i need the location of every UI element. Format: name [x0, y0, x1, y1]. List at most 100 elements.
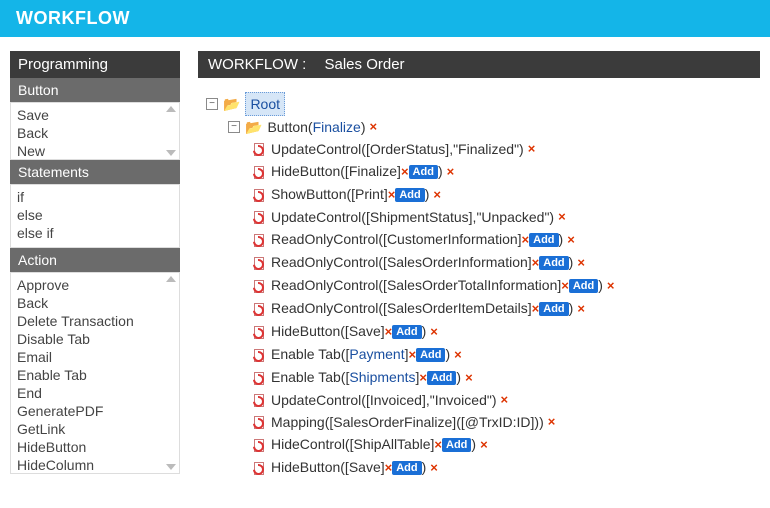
remove-param-icon[interactable]: ×: [434, 437, 442, 452]
delete-node-icon[interactable]: ×: [480, 434, 488, 456]
leaf-label[interactable]: HideButton([Save]×Add): [271, 456, 426, 478]
add-badge[interactable]: Add: [442, 438, 471, 452]
add-badge[interactable]: Add: [392, 461, 421, 475]
delete-node-icon[interactable]: ×: [370, 116, 378, 138]
leaf-label[interactable]: ReadOnlyControl([SalesOrderTotalInformat…: [271, 274, 603, 297]
remove-param-icon[interactable]: ×: [419, 370, 427, 385]
add-badge[interactable]: Add: [569, 279, 598, 293]
leaf-label[interactable]: ShowButton([Print]×Add): [271, 183, 429, 206]
delete-node-icon[interactable]: ×: [454, 344, 462, 366]
list-item[interactable]: Approve: [17, 276, 179, 294]
list-item[interactable]: New: [17, 142, 179, 160]
remove-param-icon[interactable]: ×: [522, 232, 530, 247]
remove-param-icon[interactable]: ×: [532, 301, 540, 316]
list-item[interactable]: GetLink: [17, 420, 179, 438]
button-listbox[interactable]: Save Back New: [10, 102, 180, 160]
delete-node-icon[interactable]: ×: [548, 411, 556, 433]
script-leaf-icon: [252, 371, 266, 385]
remove-param-icon[interactable]: ×: [388, 187, 396, 202]
list-item[interactable]: else: [17, 206, 179, 224]
tree-leaf-row[interactable]: ReadOnlyControl([SalesOrderTotalInformat…: [252, 274, 752, 297]
list-item[interactable]: Back: [17, 124, 179, 142]
tree-leaf-row[interactable]: HideControl([ShipAllTable]×Add)×: [252, 433, 752, 456]
list-item[interactable]: Save: [17, 106, 179, 124]
delete-node-icon[interactable]: ×: [567, 229, 575, 251]
text: HideButton([Save]: [271, 323, 385, 339]
delete-node-icon[interactable]: ×: [501, 389, 509, 411]
collapse-toggle[interactable]: −: [228, 121, 240, 133]
list-item[interactable]: Delete Transaction: [17, 312, 179, 330]
leaf-label[interactable]: HideButton([Finalize]×Add): [271, 160, 443, 183]
list-item[interactable]: HideColumn: [17, 456, 179, 474]
param-link[interactable]: Shipments: [349, 369, 415, 385]
list-item[interactable]: HideButton: [17, 438, 179, 456]
tree-leaf-row[interactable]: UpdateControl([ShipmentStatus],"Unpacked…: [252, 206, 752, 228]
tree-leaf-row[interactable]: UpdateControl([OrderStatus],"Finalized")…: [252, 138, 752, 160]
delete-node-icon[interactable]: ×: [430, 321, 438, 343]
add-badge[interactable]: Add: [392, 325, 421, 339]
tree-leaf-row[interactable]: ReadOnlyControl([CustomerInformation]×Ad…: [252, 228, 752, 251]
leaf-label[interactable]: UpdateControl([OrderStatus],"Finalized"): [271, 138, 524, 160]
list-item[interactable]: Disable Tab: [17, 330, 179, 348]
list-item[interactable]: GeneratePDF: [17, 402, 179, 420]
statements-listbox[interactable]: if else else if: [10, 184, 180, 248]
leaf-label[interactable]: ReadOnlyControl([SalesOrderInformation]×…: [271, 251, 573, 274]
tree-leaf-row[interactable]: Enable Tab([Shipments]×Add)×: [252, 366, 752, 389]
delete-node-icon[interactable]: ×: [465, 367, 473, 389]
add-badge[interactable]: Add: [539, 302, 568, 316]
collapse-toggle[interactable]: −: [206, 98, 218, 110]
add-badge[interactable]: Add: [539, 256, 568, 270]
root-node-label[interactable]: Root: [245, 92, 285, 116]
add-badge[interactable]: Add: [416, 348, 445, 362]
tree-leaf-row[interactable]: Enable Tab([Payment]×Add)×: [252, 343, 752, 366]
tree-leaf-row[interactable]: HideButton([Save]×Add)×: [252, 456, 752, 478]
tree-leaf-row[interactable]: ReadOnlyControl([SalesOrderInformation]×…: [252, 251, 752, 274]
script-leaf-icon: [252, 438, 266, 452]
delete-node-icon[interactable]: ×: [558, 206, 566, 228]
tree-leaf-row[interactable]: UpdateControl([Invoiced],"Invoiced")×: [252, 389, 752, 411]
remove-param-icon[interactable]: ×: [409, 347, 417, 362]
tree-root-row[interactable]: − 📂 Root: [206, 92, 752, 116]
tree-leaf-row[interactable]: HideButton([Save]×Add)×: [252, 320, 752, 343]
delete-node-icon[interactable]: ×: [577, 298, 585, 320]
delete-node-icon[interactable]: ×: [577, 252, 585, 274]
delete-node-icon[interactable]: ×: [447, 161, 455, 183]
leaf-label[interactable]: UpdateControl([ShipmentStatus],"Unpacked…: [271, 206, 554, 228]
tree-leaf-row[interactable]: HideButton([Finalize]×Add)×: [252, 160, 752, 183]
list-item[interactable]: Back: [17, 294, 179, 312]
tree-leaf-row[interactable]: ShowButton([Print]×Add)×: [252, 183, 752, 206]
leaf-label[interactable]: Mapping([SalesOrderFinalize]([@TrxID:ID]…: [271, 411, 544, 433]
delete-node-icon[interactable]: ×: [528, 138, 536, 160]
action-listbox[interactable]: Approve Back Delete Transaction Disable …: [10, 272, 180, 474]
leaf-label[interactable]: UpdateControl([Invoiced],"Invoiced"): [271, 389, 497, 411]
list-item[interactable]: Enable Tab: [17, 366, 179, 384]
remove-param-icon[interactable]: ×: [532, 255, 540, 270]
leaf-label[interactable]: ReadOnlyControl([SalesOrderItemDetails]×…: [271, 297, 573, 320]
remove-param-icon[interactable]: ×: [385, 324, 393, 339]
remove-param-icon[interactable]: ×: [401, 164, 409, 179]
list-item[interactable]: else if: [17, 224, 179, 242]
delete-node-icon[interactable]: ×: [430, 457, 438, 479]
add-badge[interactable]: Add: [395, 188, 424, 202]
tree-leaf-row[interactable]: Mapping([SalesOrderFinalize]([@TrxID:ID]…: [252, 411, 752, 433]
leaf-label[interactable]: HideButton([Save]×Add): [271, 320, 426, 343]
list-item[interactable]: if: [17, 188, 179, 206]
tree-button-row[interactable]: − 📂 Button(Finalize) ×: [228, 116, 752, 138]
delete-node-icon[interactable]: ×: [607, 275, 615, 297]
leaf-label[interactable]: HideControl([ShipAllTable]×Add): [271, 433, 476, 456]
leaf-label[interactable]: Enable Tab([Payment]×Add): [271, 343, 450, 366]
leaf-label[interactable]: ReadOnlyControl([CustomerInformation]×Ad…: [271, 228, 563, 251]
add-badge[interactable]: Add: [409, 165, 438, 179]
leaf-label[interactable]: Enable Tab([Shipments]×Add): [271, 366, 461, 389]
param-link[interactable]: Finalize: [313, 119, 361, 135]
list-item[interactable]: Email: [17, 348, 179, 366]
button-node-label[interactable]: Button(Finalize): [267, 116, 365, 138]
list-item[interactable]: End: [17, 384, 179, 402]
param-link[interactable]: Payment: [349, 346, 404, 362]
add-badge[interactable]: Add: [529, 233, 558, 247]
delete-node-icon[interactable]: ×: [433, 184, 441, 206]
add-badge[interactable]: Add: [427, 371, 456, 385]
remove-param-icon[interactable]: ×: [385, 460, 393, 475]
remove-param-icon[interactable]: ×: [561, 278, 569, 293]
tree-leaf-row[interactable]: ReadOnlyControl([SalesOrderItemDetails]×…: [252, 297, 752, 320]
